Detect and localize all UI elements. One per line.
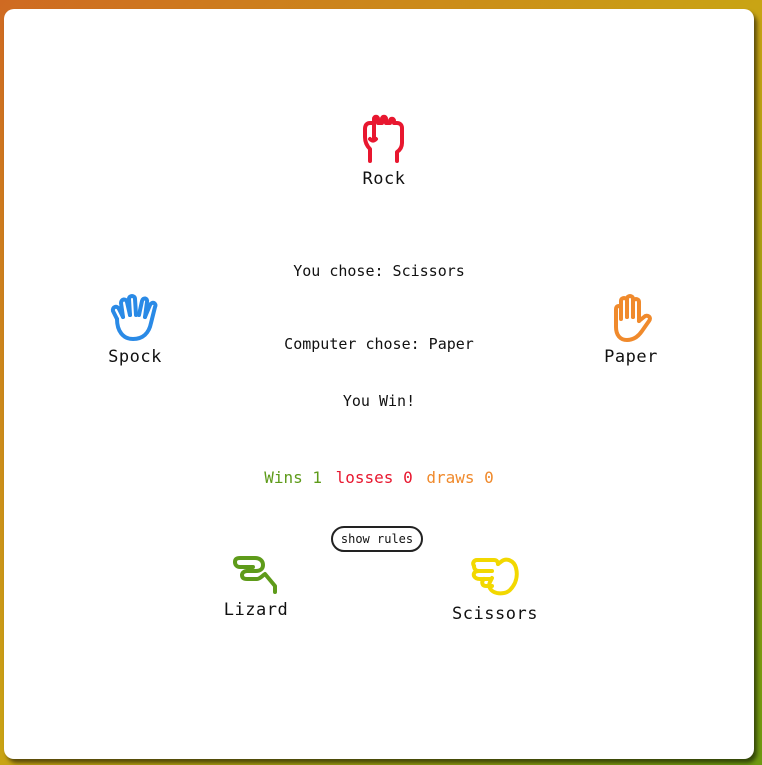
scissors-hand-icon: [471, 557, 519, 596]
game-card: Rock Spock Paper Lizard Scissors You cho…: [4, 9, 754, 759]
choice-paper[interactable]: Paper: [588, 293, 674, 367]
outcome-text: You Win!: [342, 392, 416, 410]
choice-lizard-label: Lizard: [223, 600, 289, 620]
choice-scissors-label: Scissors: [452, 604, 538, 624]
scoreboard: Wins 1 losses 0 draws 0: [4, 468, 754, 487]
losses-count: losses 0: [335, 468, 413, 487]
lizard-hand-icon: [233, 556, 277, 594]
choice-spock[interactable]: Spock: [92, 293, 178, 367]
fist-icon: [363, 114, 404, 163]
choice-rock[interactable]: Rock: [342, 113, 426, 189]
computer-chose-text: Computer chose: Paper: [284, 335, 474, 353]
choice-rock-label: Rock: [362, 169, 406, 189]
wins-count: Wins 1: [264, 468, 322, 487]
draws-count: draws 0: [426, 468, 494, 487]
show-rules-button[interactable]: show rules: [331, 526, 423, 552]
choice-lizard[interactable]: Lizard: [212, 556, 300, 620]
choice-scissors[interactable]: Scissors: [444, 556, 546, 624]
you-chose-text: You chose: Scissors: [293, 262, 465, 280]
